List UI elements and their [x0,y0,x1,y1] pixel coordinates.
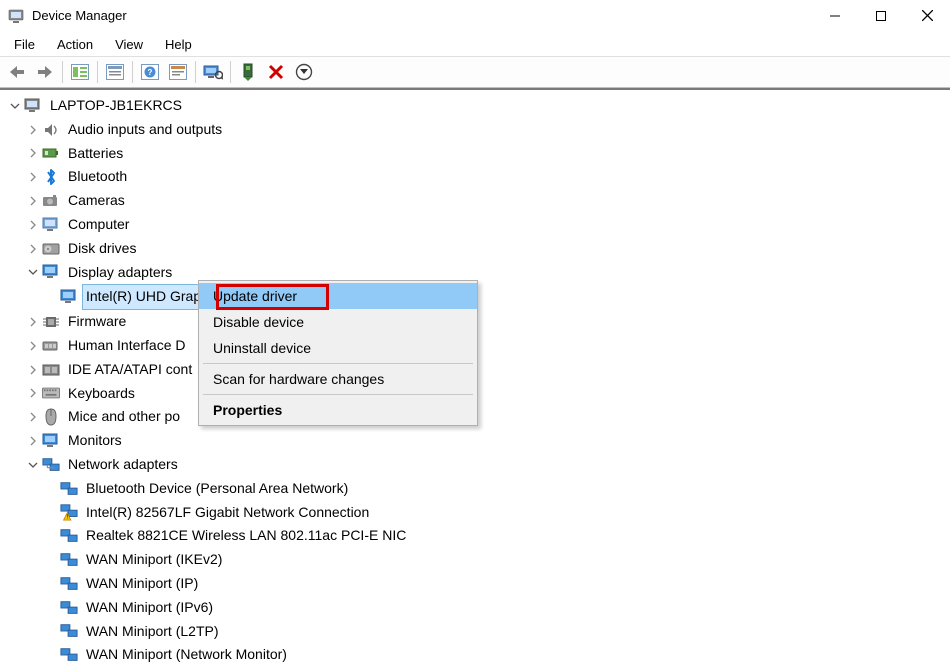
chevron-right-icon[interactable] [26,315,40,329]
maximize-button[interactable] [858,0,904,32]
svg-text:!: ! [66,515,68,522]
hid-icon [42,337,60,355]
tree-item-disk-drives[interactable]: Disk drives [2,237,948,261]
tree-item-network-child[interactable]: WAN Miniport (Network Monitor) [2,643,948,667]
chevron-down-icon[interactable] [26,265,40,279]
tree-root[interactable]: LAPTOP-JB1EKRCS [2,94,948,118]
chevron-right-icon[interactable] [26,218,40,232]
bluetooth-icon [42,168,60,186]
menu-view[interactable]: View [105,35,153,54]
context-menu-separator [203,394,473,395]
tree-item-bluetooth[interactable]: Bluetooth [2,165,948,189]
tree-item-network-child[interactable]: Realtek 8821CE Wireless LAN 802.11ac PCI… [2,524,948,548]
context-menu: Update driver Disable device Uninstall d… [198,280,478,426]
chevron-right-icon[interactable] [26,170,40,184]
chevron-right-icon[interactable] [26,434,40,448]
help-button[interactable]: ? [137,59,163,85]
tree-item-monitors[interactable]: Monitors [2,429,948,453]
battery-icon [42,144,60,162]
monitor-icon [42,432,60,450]
chevron-right-icon[interactable] [26,386,40,400]
properties-button[interactable] [102,59,128,85]
show-hide-console-tree-button[interactable] [67,59,93,85]
display-icon [42,263,60,281]
controller-icon [42,361,60,379]
chevron-right-icon[interactable] [26,123,40,137]
menu-action[interactable]: Action [47,35,103,54]
firmware-icon [42,313,60,331]
chevron-right-icon[interactable] [26,242,40,256]
ctx-uninstall-device[interactable]: Uninstall device [199,335,477,361]
uninstall-device-button[interactable] [263,59,289,85]
tree-item-network-adapters[interactable]: Network adapters [2,453,948,477]
menu-help[interactable]: Help [155,35,202,54]
chevron-right-icon[interactable] [26,410,40,424]
svg-text:?: ? [148,68,153,77]
chevron-right-icon[interactable] [26,146,40,160]
chevron-right-icon[interactable] [26,194,40,208]
network-icon [60,551,78,569]
device-tree-pane: LAPTOP-JB1EKRCS Audio inputs and outputs… [0,88,950,670]
toolbar: ? [0,56,950,88]
update-driver-button[interactable] [235,59,261,85]
menubar: File Action View Help [0,32,950,56]
forward-button[interactable] [32,59,58,85]
network-icon [60,646,78,664]
chevron-right-icon[interactable] [26,339,40,353]
ctx-update-driver[interactable]: Update driver [199,283,477,309]
tree-item-network-child[interactable]: Bluetooth Device (Personal Area Network) [2,477,948,501]
action-panel-button[interactable] [165,59,191,85]
camera-icon [42,192,60,210]
network-icon [60,599,78,617]
close-button[interactable] [904,0,950,32]
tree-item-network-child[interactable]: WAN Miniport (IP) [2,572,948,596]
titlebar: Device Manager [0,0,950,32]
enable-device-button[interactable] [291,59,317,85]
menu-file[interactable]: File [4,35,45,54]
context-menu-separator [203,363,473,364]
network-warn-icon: ! [60,503,78,521]
tree-item-cameras[interactable]: Cameras [2,189,948,213]
tree-item-batteries[interactable]: Batteries [2,142,948,166]
window-controls [812,0,950,32]
network-icon [60,622,78,640]
back-button[interactable] [4,59,30,85]
tree-item-network-child[interactable]: WAN Miniport (L2TP) [2,620,948,644]
ctx-disable-device[interactable]: Disable device [199,309,477,335]
tree-item-network-child[interactable]: WAN Miniport (IPv6) [2,596,948,620]
window-title: Device Manager [32,8,127,23]
network-icon [60,480,78,498]
keyboard-icon [42,384,60,402]
display-icon [60,288,78,306]
tree-item-network-child[interactable]: WAN Miniport (IKEv2) [2,548,948,572]
tree-root-label: LAPTOP-JB1EKRCS [46,94,186,118]
disk-icon [42,240,60,258]
scan-hardware-button[interactable] [200,59,226,85]
ctx-scan-hardware[interactable]: Scan for hardware changes [199,366,477,392]
minimize-button[interactable] [812,0,858,32]
tree-item-audio[interactable]: Audio inputs and outputs [2,118,948,142]
computer-icon [42,216,60,234]
computer-icon [24,97,42,115]
network-icon [60,575,78,593]
tree-item-network-child[interactable]: ! Intel(R) 82567LF Gigabit Network Conne… [2,501,948,525]
app-icon [8,8,24,24]
tree-item-computer[interactable]: Computer [2,213,948,237]
mouse-icon [42,408,60,426]
network-icon [42,456,60,474]
ctx-properties[interactable]: Properties [199,397,477,423]
network-icon [60,527,78,545]
chevron-down-icon[interactable] [26,458,40,472]
chevron-down-icon[interactable] [8,99,22,113]
audio-icon [42,121,60,139]
chevron-right-icon[interactable] [26,363,40,377]
